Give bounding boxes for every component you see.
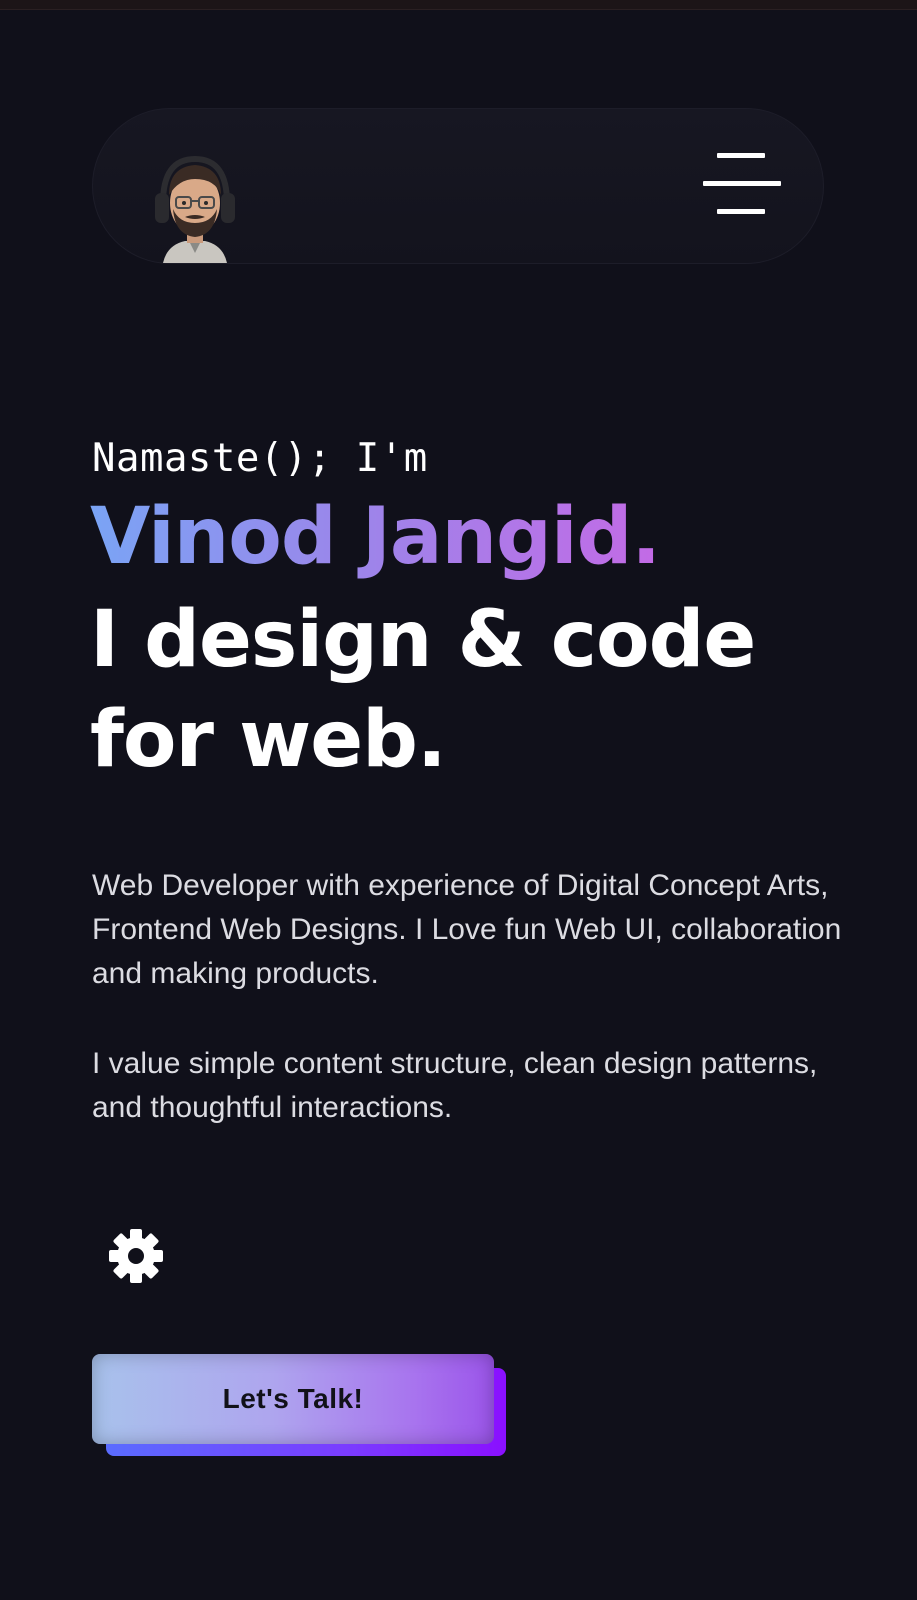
bio-paragraph-2: I value simple content structure, clean … xyxy=(92,1047,818,1124)
browser-top-strip xyxy=(0,0,917,10)
menu-bar-bottom xyxy=(717,209,765,214)
avatar-headphones-icon[interactable] xyxy=(149,149,241,263)
gear-icon[interactable] xyxy=(108,1228,164,1284)
navbar xyxy=(92,108,824,264)
hamburger-menu-icon[interactable] xyxy=(703,153,781,217)
menu-bar-middle xyxy=(703,181,781,186)
hero-greeting: Namaste(); I'm xyxy=(92,436,428,481)
menu-bar-top xyxy=(717,153,765,158)
hero-name: Vinod Jangid. xyxy=(90,492,661,582)
lets-talk-button[interactable]: Let's Talk! xyxy=(92,1354,494,1444)
bio-paragraph-1: Web Developer with experience of Digital… xyxy=(92,869,842,990)
hero-tagline-line1: I design & code xyxy=(90,595,756,685)
lets-talk-label: Let's Talk! xyxy=(222,1383,364,1414)
hero-tagline-line2: for web. xyxy=(90,695,447,785)
cta-container: Let's Talk! xyxy=(92,1354,506,1458)
hero-tagline: I design & code for web. xyxy=(90,590,850,790)
